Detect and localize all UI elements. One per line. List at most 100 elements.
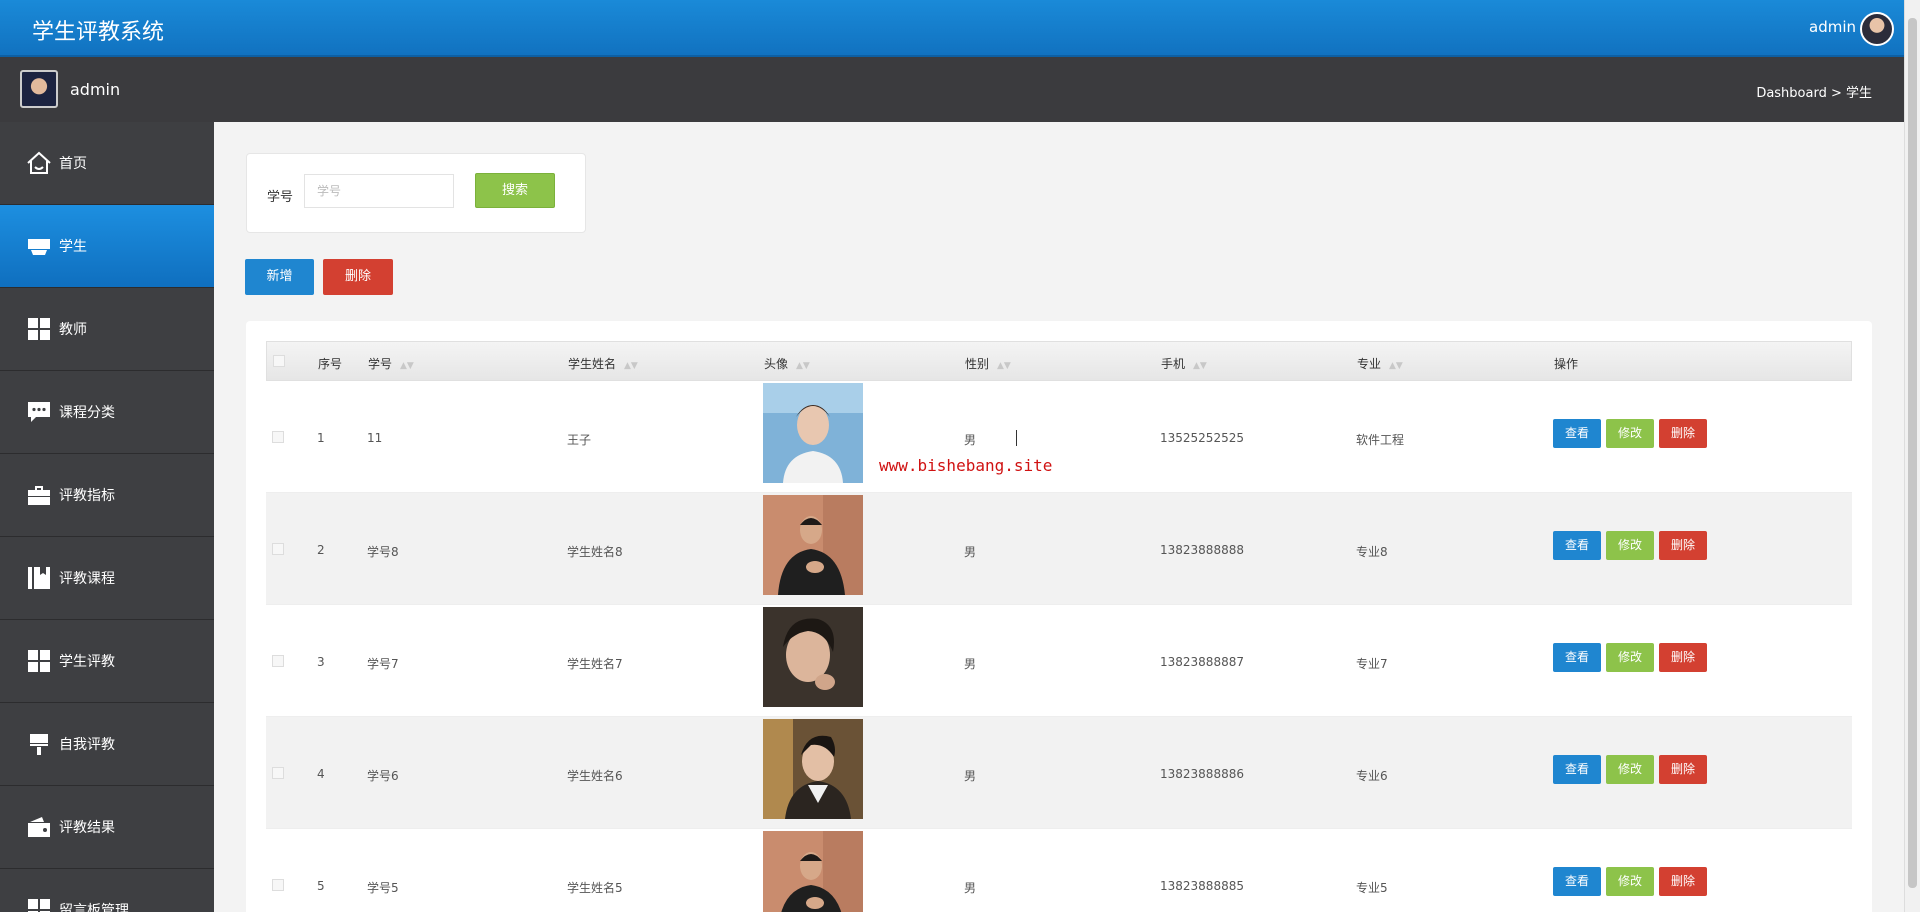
cell-name: 学生姓名5 — [567, 881, 623, 895]
sidebar-item-self-eval[interactable]: 自我评教 — [0, 703, 214, 786]
sidebar-item-home[interactable]: 首页 — [0, 122, 214, 205]
watermark-text: www.bishebang.site — [879, 456, 1053, 475]
column-header-label: 专业 — [1357, 357, 1382, 371]
sidebar-item-student-eval[interactable]: 学生评教 — [0, 620, 214, 703]
bulk-delete-button[interactable]: 删除 — [323, 259, 393, 295]
student-id-search-input[interactable] — [304, 174, 454, 208]
scrollbar-thumb[interactable] — [1908, 18, 1917, 888]
cell-name: 王子 — [567, 433, 592, 447]
table-row: 2 学号8 学生姓名8 男 13823888888 专业8 查看 修改 删除 — [266, 493, 1852, 605]
column-header-label: 性别 — [965, 357, 990, 371]
sidebar-item-eval-result[interactable]: 评教结果 — [0, 786, 214, 869]
wallet-icon — [25, 813, 53, 841]
page-scrollbar[interactable] — [1904, 0, 1920, 912]
student-icon — [25, 232, 53, 260]
view-button[interactable]: 查看 — [1553, 755, 1601, 784]
student-photo — [763, 495, 863, 595]
app-title: 学生评教系统 — [32, 20, 165, 45]
edit-button[interactable]: 修改 — [1606, 419, 1654, 448]
cell-name: 学生姓名8 — [567, 545, 623, 559]
column-header-avatar[interactable]: 头像 ▲▼ — [764, 355, 810, 372]
cell-index: 4 — [317, 767, 325, 781]
cell-student-id: 学号7 — [367, 657, 399, 671]
view-button[interactable]: 查看 — [1553, 531, 1601, 560]
table-row: 3 学号7 学生姓名7 男 13823888887 专业7 查看 修改 删除 — [266, 605, 1852, 717]
sidebar-item-label: 评教课程 — [59, 571, 115, 587]
cell-index: 3 — [317, 655, 325, 669]
cell-major: 专业5 — [1356, 881, 1388, 895]
cell-phone: 13823888887 — [1160, 655, 1244, 669]
student-photo — [763, 719, 863, 819]
cell-student-id: 学号6 — [367, 769, 399, 783]
row-checkbox[interactable] — [272, 655, 284, 667]
book-icon — [25, 564, 53, 592]
delete-button[interactable]: 删除 — [1659, 643, 1707, 672]
column-header-label: 头像 — [764, 357, 789, 371]
view-button[interactable]: 查看 — [1553, 867, 1601, 896]
table-header: 序号 学号 ▲▼ 学生姓名 ▲▼ 头像 ▲▼ 性别 ▲▼ 手机 ▲▼ 专业 ▲▼ 操作 — [266, 341, 1852, 381]
row-actions: 查看 修改 删除 — [1553, 531, 1707, 560]
select-all-checkbox[interactable] — [273, 355, 285, 367]
header-username[interactable]: admin — [1809, 18, 1856, 36]
profile-avatar — [20, 70, 58, 108]
grid-icon — [25, 647, 53, 675]
sidebar-item-course-category[interactable]: 课程分类 — [0, 371, 214, 454]
column-header-major[interactable]: 专业 ▲▼ — [1357, 355, 1403, 372]
students-table: 序号 学号 ▲▼ 学生姓名 ▲▼ 头像 ▲▼ 性别 ▲▼ 手机 ▲▼ 专业 ▲▼ 操作 1 … — [266, 341, 1852, 912]
sidebar-item-message-board[interactable]: 留言板管理 — [0, 869, 214, 912]
column-header-name[interactable]: 学生姓名 ▲▼ — [568, 355, 638, 372]
cell-major: 专业6 — [1356, 769, 1388, 783]
view-button[interactable]: 查看 — [1553, 643, 1601, 672]
row-actions: 查看 修改 删除 — [1553, 755, 1707, 784]
sidebar-item-label: 学生评教 — [59, 654, 115, 670]
cell-gender: 男 — [964, 657, 977, 671]
header-avatar[interactable] — [1860, 12, 1894, 46]
briefcase-icon — [25, 481, 53, 509]
cell-phone: 13823888885 — [1160, 879, 1244, 893]
sidebar-item-label: 评教指标 — [59, 488, 115, 504]
sidebar-item-eval-index[interactable]: 评教指标 — [0, 454, 214, 537]
cell-index: 1 — [317, 431, 325, 445]
delete-button[interactable]: 删除 — [1659, 531, 1707, 560]
table-row: 1 11 王子 男 13525252525 软件工程 查看 修改 删除 — [266, 381, 1852, 493]
column-header-label: 学号 — [368, 357, 393, 371]
edit-button[interactable]: 修改 — [1606, 643, 1654, 672]
delete-button[interactable]: 删除 — [1659, 867, 1707, 896]
home-icon — [25, 149, 53, 177]
row-checkbox[interactable] — [272, 431, 284, 443]
cell-phone: 13823888888 — [1160, 543, 1244, 557]
sidebar-item-label: 课程分类 — [59, 405, 115, 421]
search-button[interactable]: 搜索 — [475, 173, 555, 208]
add-button[interactable]: 新增 — [245, 259, 314, 295]
cell-phone: 13823888886 — [1160, 767, 1244, 781]
column-header-gender[interactable]: 性别 ▲▼ — [965, 355, 1011, 372]
column-header-student-id[interactable]: 学号 ▲▼ — [368, 355, 414, 372]
cell-phone: 13525252525 — [1160, 431, 1244, 445]
column-header-label: 学生姓名 — [568, 357, 617, 371]
row-checkbox[interactable] — [272, 543, 284, 555]
sidebar-item-label: 留言板管理 — [59, 903, 129, 912]
row-actions: 查看 修改 删除 — [1553, 643, 1707, 672]
edit-button[interactable]: 修改 — [1606, 755, 1654, 784]
row-actions: 查看 修改 删除 — [1553, 419, 1707, 448]
delete-button[interactable]: 删除 — [1659, 419, 1707, 448]
edit-button[interactable]: 修改 — [1606, 867, 1654, 896]
sort-icon: ▲▼ — [624, 361, 638, 371]
column-header-label: 手机 — [1161, 357, 1186, 371]
sidebar-item-eval-course[interactable]: 评教课程 — [0, 537, 214, 620]
view-button[interactable]: 查看 — [1553, 419, 1601, 448]
grid-icon — [25, 896, 53, 912]
breadcrumb[interactable]: Dashboard > 学生 — [1756, 82, 1872, 101]
row-checkbox[interactable] — [272, 879, 284, 891]
sidebar-item-label: 学生 — [59, 239, 87, 255]
row-checkbox[interactable] — [272, 767, 284, 779]
student-photo — [763, 607, 863, 707]
column-header-phone[interactable]: 手机 ▲▼ — [1161, 355, 1207, 372]
sidebar-item-student[interactable]: 学生 — [0, 205, 214, 288]
student-photo — [763, 831, 863, 912]
delete-button[interactable]: 删除 — [1659, 755, 1707, 784]
sidebar-item-teacher[interactable]: 教师 — [0, 288, 214, 371]
edit-button[interactable]: 修改 — [1606, 531, 1654, 560]
cell-gender: 男 — [964, 433, 977, 447]
sidebar: 首页 学生 教师 课程分类 评教指标 评教课程 学生评教 自我评教 评教结果 留… — [0, 122, 214, 912]
